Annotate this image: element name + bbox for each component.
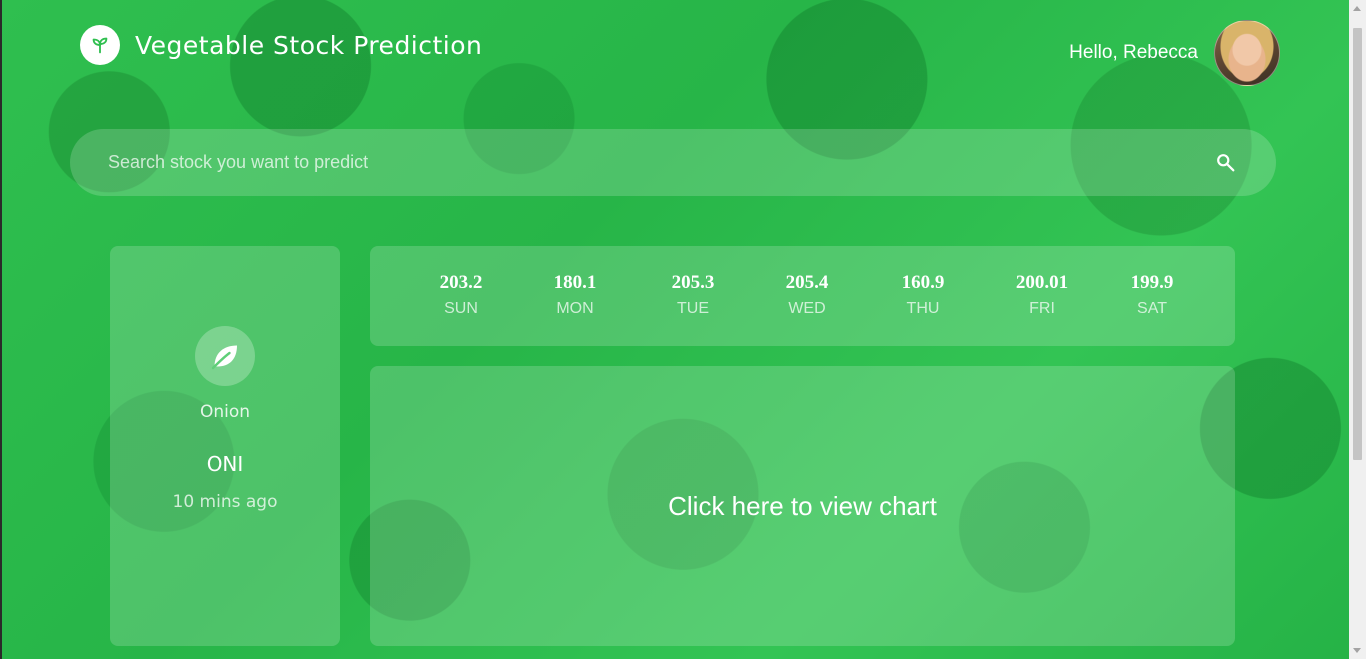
avatar[interactable] xyxy=(1214,20,1280,86)
day-label: TUE xyxy=(677,300,709,317)
day-value: 203.2 xyxy=(439,272,483,293)
view-chart-panel[interactable]: Click here to view chart xyxy=(370,366,1235,646)
day-value: 200.01 xyxy=(1015,272,1069,293)
stock-code: ONI xyxy=(206,452,244,476)
vertical-scrollbar[interactable] xyxy=(1349,0,1366,659)
day-label: THU xyxy=(906,300,940,317)
day-value: 199.9 xyxy=(1130,272,1174,293)
day-forecast-sun: 203.2 SUN xyxy=(416,272,506,318)
day-forecast-thu: 160.9 THU xyxy=(878,272,968,318)
search-input[interactable] xyxy=(106,151,1212,174)
day-forecast-mon: 180.1 MON xyxy=(530,272,620,318)
brand[interactable]: Vegetable Stock Prediction xyxy=(80,25,482,65)
search-bar xyxy=(70,129,1276,196)
user-menu[interactable]: Hello, Rebecca xyxy=(1069,20,1280,86)
day-label: MON xyxy=(556,300,594,317)
day-value: 205.4 xyxy=(785,272,829,293)
sprout-icon xyxy=(80,25,120,65)
stock-name: Onion xyxy=(199,402,251,422)
window-edge xyxy=(0,0,2,659)
day-forecast-wed: 205.4 WED xyxy=(762,272,852,318)
day-forecast-fri: 200.01 FRI xyxy=(997,272,1087,318)
leaf-icon xyxy=(195,326,255,386)
day-value: 160.9 xyxy=(901,272,945,293)
stock-updated-time: 10 mins ago xyxy=(172,492,278,512)
day-forecast-sat: 199.9 SAT xyxy=(1107,272,1197,318)
day-label: FRI xyxy=(1029,300,1055,317)
scroll-down-icon[interactable] xyxy=(1353,648,1361,653)
app-title: Vegetable Stock Prediction xyxy=(135,30,483,60)
search-icon[interactable] xyxy=(1212,149,1240,177)
view-chart-link[interactable]: Click here to view chart xyxy=(668,491,937,522)
scroll-up-icon[interactable] xyxy=(1353,6,1361,11)
day-value: 180.1 xyxy=(553,272,597,293)
day-value: 205.3 xyxy=(671,272,715,293)
greeting-text: Hello, Rebecca xyxy=(1069,42,1198,63)
day-label: SAT xyxy=(1137,300,1167,317)
scrollbar-thumb[interactable] xyxy=(1353,28,1362,460)
stock-card[interactable]: Onion ONI 10 mins ago xyxy=(110,246,340,646)
day-forecast-tue: 205.3 TUE xyxy=(648,272,738,318)
day-label: WED xyxy=(788,300,826,317)
day-label: SUN xyxy=(444,300,478,317)
page-background: Vegetable Stock Prediction Hello, Rebecc… xyxy=(0,0,1366,659)
weekly-forecast: 203.2 SUN 180.1 MON 205.3 TUE 205.4 WED … xyxy=(370,246,1235,346)
